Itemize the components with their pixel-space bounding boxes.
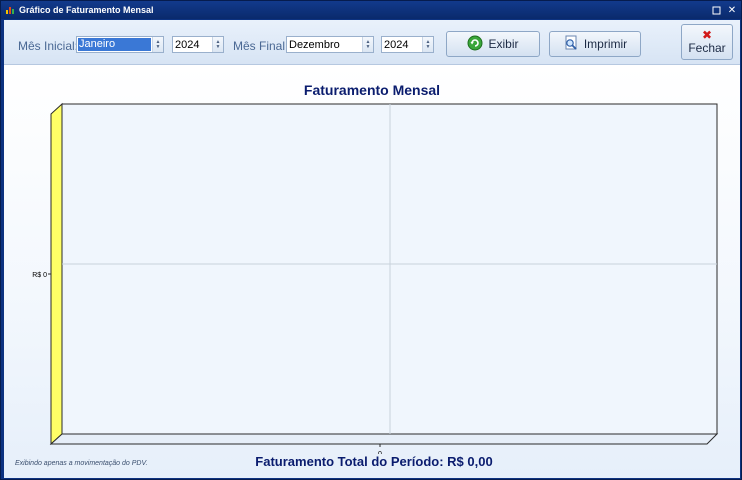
chevron-up-down-icon[interactable]: ▲ ▼: [152, 37, 163, 52]
print-button[interactable]: Imprimir: [549, 31, 641, 57]
refresh-icon: [467, 35, 483, 54]
start-month-value: Janeiro: [78, 38, 151, 51]
close-button[interactable]: ✖ Fechar: [681, 24, 733, 60]
y-tick-label: R$ 0: [32, 272, 47, 279]
start-year-value: 2024: [175, 38, 200, 51]
print-preview-icon: [563, 35, 579, 54]
end-month-label: Mês Final:: [233, 39, 289, 53]
client-area: Mês Inicial: Janeiro ▲ ▼ 2024 ▲ ▼ Mês Fina…: [4, 20, 740, 478]
chart-left-wall: [50, 102, 63, 446]
chart-floor: [49, 433, 719, 445]
end-year-value: 2024: [384, 38, 409, 51]
chart-plot: R$ 0 0: [32, 102, 719, 454]
close-button-label: Fechar: [688, 40, 726, 55]
start-month-select[interactable]: Janeiro ▲ ▼: [76, 36, 164, 53]
print-button-label: Imprimir: [583, 37, 628, 51]
title-bar[interactable]: Gráfico de Faturamento Mensal ✕: [1, 1, 741, 19]
filter-toolbar: Mês Inicial: Janeiro ▲ ▼ 2024 ▲ ▼ Mês Fina…: [4, 20, 740, 65]
window-title: Gráfico de Faturamento Mensal: [19, 5, 154, 15]
chevron-up-down-icon[interactable]: ▲ ▼: [212, 37, 223, 52]
start-month-label: Mês Inicial:: [18, 39, 79, 53]
close-x-icon: ✖: [701, 27, 713, 42]
chart-area: Faturamento Mensal R$ 0 0 Exibindo apena…: [4, 66, 740, 478]
end-year-select[interactable]: 2024 ▲ ▼: [381, 36, 434, 53]
minimize-icon[interactable]: [709, 3, 723, 17]
end-month-value: Dezembro: [289, 38, 340, 51]
chevron-up-down-icon[interactable]: ▲ ▼: [422, 37, 433, 52]
app-window: Gráfico de Faturamento Mensal ✕ Mês Inic…: [0, 0, 742, 480]
chevron-up-down-icon[interactable]: ▲ ▼: [362, 37, 373, 52]
start-year-select[interactable]: 2024 ▲ ▼: [172, 36, 224, 53]
show-button[interactable]: Exibir: [446, 31, 540, 57]
show-button-label: Exibir: [488, 37, 519, 51]
close-icon[interactable]: ✕: [725, 3, 739, 17]
app-chart-icon: [5, 5, 15, 15]
period-total: Faturamento Total do Período: R$ 0,00: [255, 454, 493, 469]
end-month-select[interactable]: Dezembro ▲ ▼: [286, 36, 374, 53]
